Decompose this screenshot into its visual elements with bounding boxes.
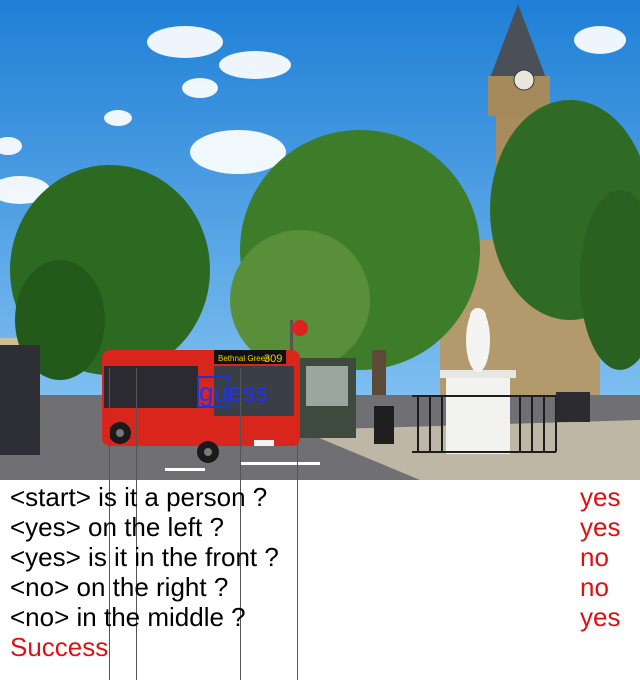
question-1: <start> is it a person ? xyxy=(10,482,268,512)
street-scene-photo: Bethnal Green 309 xyxy=(0,0,640,480)
question-4: <no> on the right ? xyxy=(10,572,229,602)
result-text: Success xyxy=(10,632,109,662)
answer-1: yes xyxy=(580,482,621,512)
question-3: <yes> is it in the front ? xyxy=(10,542,279,572)
answer-2: yes xyxy=(580,512,621,542)
answer-4: no xyxy=(580,572,609,602)
answer-5: yes xyxy=(580,602,621,632)
bus-shelter xyxy=(298,358,356,438)
divider-line xyxy=(240,368,241,680)
litter-bin xyxy=(374,406,394,444)
bus-destination: Bethnal Green xyxy=(218,354,270,363)
answer-3: no xyxy=(580,542,609,572)
question-5: <no> in the middle ? xyxy=(10,602,246,632)
bus-route-number: 309 xyxy=(264,353,282,365)
guess-label: guess xyxy=(199,377,269,407)
bus-stop-sign xyxy=(292,320,308,336)
lorry xyxy=(0,345,40,455)
divider-line xyxy=(297,368,298,680)
parked-car xyxy=(556,392,590,422)
question-2: <yes> on the left ? xyxy=(10,512,224,542)
